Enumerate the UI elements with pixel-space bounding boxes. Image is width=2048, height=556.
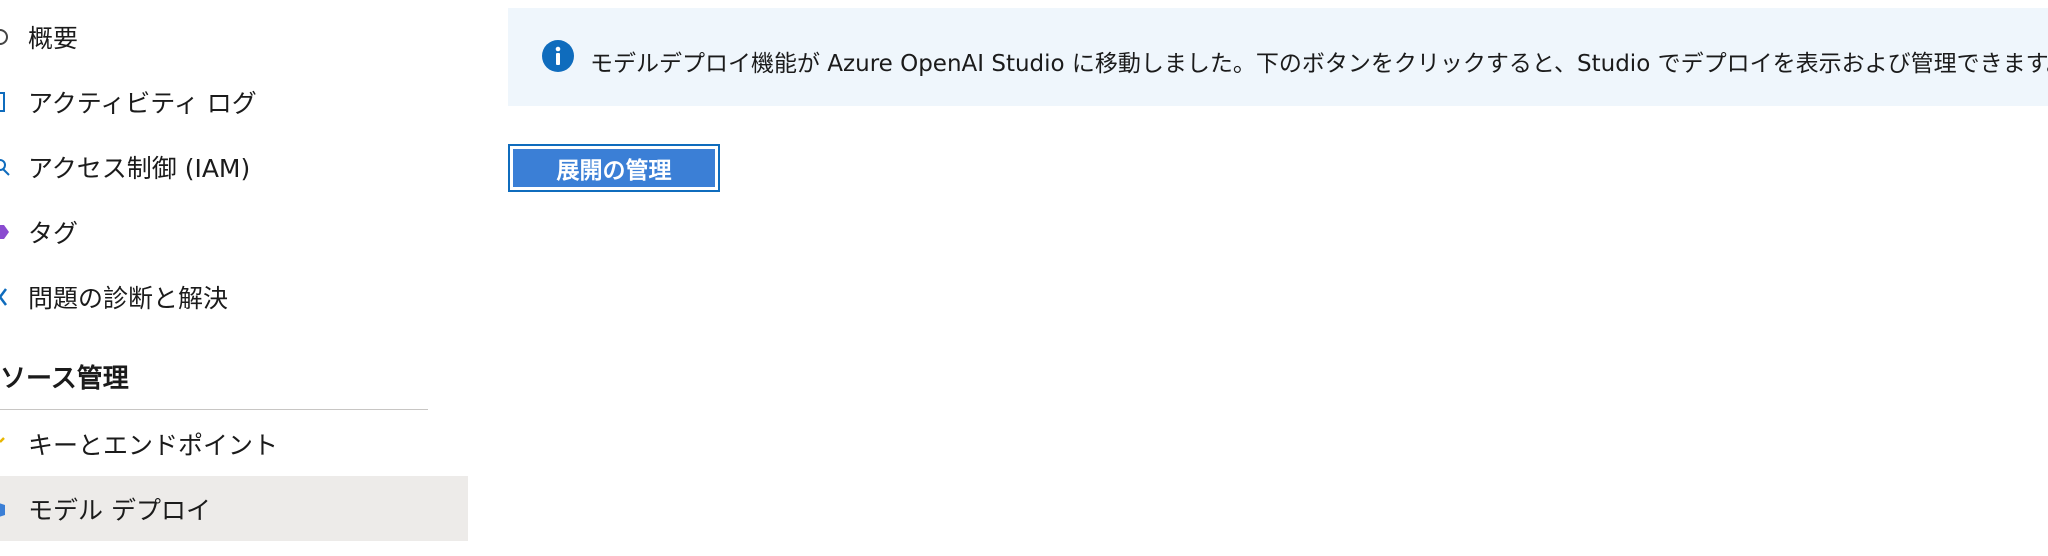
sidebar-item-label: キーとエンドポイント xyxy=(28,430,279,460)
diagnose-icon xyxy=(0,285,12,309)
access-control-icon xyxy=(0,155,12,179)
sidebar-item-keys-endpoints[interactable]: キーとエンドポイント xyxy=(0,411,468,476)
sidebar-item-label: アクセス制御 (IAM) xyxy=(28,153,251,183)
sidebar-item-label: 問題の診断と解決 xyxy=(28,283,229,313)
info-banner: モデルデプロイ機能が Azure OpenAI Studio に移動しました。下… xyxy=(508,8,2048,106)
tag-icon xyxy=(0,220,12,244)
model-deploy-icon xyxy=(0,497,12,521)
sidebar-item-overview[interactable]: 概要 xyxy=(0,4,468,69)
info-message: モデルデプロイ機能が Azure OpenAI Studio に移動しました。下… xyxy=(590,51,2048,77)
section-title: ソース管理 xyxy=(0,364,129,394)
sidebar-item-activity-log[interactable]: アクティビティ ログ xyxy=(0,69,468,134)
sidebar-item-tags[interactable]: タグ xyxy=(0,199,468,264)
overview-icon xyxy=(0,25,12,49)
sidebar-item-label: アクティビティ ログ xyxy=(28,88,257,118)
section-divider xyxy=(0,409,428,410)
key-icon xyxy=(0,432,12,456)
sidebar-item-label: タグ xyxy=(28,218,79,248)
sidebar-item-access-control[interactable]: アクセス制御 (IAM) xyxy=(0,134,468,199)
sidebar-item-label: 概要 xyxy=(28,23,79,53)
sidebar-item-label: モデル デプロイ xyxy=(28,495,211,525)
resource-menu: 概要 アクティビティ ログ アクセス制御 (IAM) タグ 問題の診断と解決 ソ… xyxy=(0,0,468,556)
activity-log-icon xyxy=(0,90,12,114)
sidebar-item-model-deploy[interactable]: モデル デプロイ xyxy=(0,476,468,541)
sidebar-item-diagnose[interactable]: 問題の診断と解決 xyxy=(0,264,468,329)
info-icon xyxy=(542,40,574,72)
manage-deployments-button[interactable]: 展開の管理 xyxy=(508,144,720,192)
manage-deployments-label: 展開の管理 xyxy=(513,149,715,187)
